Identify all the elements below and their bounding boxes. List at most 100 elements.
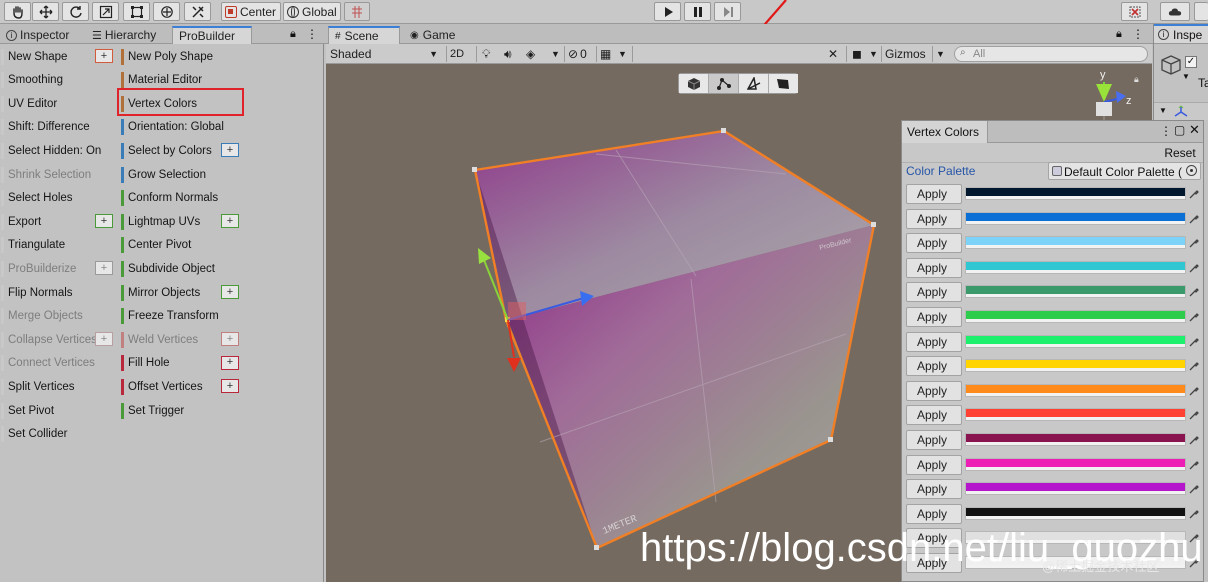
pivot-rotation-toggle[interactable]: Global [283, 2, 341, 21]
apply-color-button[interactable]: Apply [906, 454, 962, 475]
probuilder-action-set-collider[interactable]: Set Collider [1, 425, 67, 444]
probuilder-action-set-pivot[interactable]: Set Pivot [1, 401, 54, 420]
lock-icon[interactable]: 🔒︎ [290, 28, 296, 41]
snap-button[interactable] [344, 2, 370, 21]
tab-inspector[interactable]: i Inspector [0, 26, 75, 44]
scale-tool-button[interactable] [92, 2, 119, 21]
apply-color-button[interactable]: Apply [906, 380, 962, 401]
probuilder-action-collapse-vertices[interactable]: Collapse Vertices [1, 330, 97, 349]
cube-vertex[interactable] [594, 545, 599, 550]
apply-color-button[interactable]: Apply [906, 208, 962, 229]
probuilder-action-offset-vertices[interactable]: Offset Vertices [121, 377, 203, 396]
probuilder-action-connect-vertices[interactable]: Connect Vertices [1, 354, 95, 373]
probuilder-action-merge-objects[interactable]: Merge Objects [1, 307, 83, 326]
probuilder-action-lightmap-uvs[interactable]: Lightmap UVs [121, 212, 200, 231]
color-swatch[interactable] [965, 187, 1186, 200]
cloud-button[interactable] [1160, 2, 1190, 21]
probuilder-action-shift-difference[interactable]: Shift: Difference [1, 118, 90, 137]
gizmo-z-arrow[interactable] [507, 358, 521, 372]
hand-tool-button[interactable] [4, 2, 31, 21]
object-picker-icon[interactable] [1186, 165, 1197, 176]
eyedropper-icon[interactable] [1188, 434, 1200, 446]
eyedropper-icon[interactable] [1188, 262, 1200, 274]
options-plus-button[interactable]: + [221, 214, 239, 229]
options-plus-button[interactable]: + [95, 332, 113, 347]
probuilder-action-export[interactable]: Export [1, 212, 41, 231]
probuilder-action-select-holes[interactable]: Select Holes [1, 189, 73, 208]
kebab-menu-icon[interactable]: ⋮ [1160, 124, 1172, 138]
apply-color-button[interactable]: Apply [906, 282, 962, 303]
reset-button[interactable]: Reset [1158, 144, 1202, 161]
collab-button[interactable] [1121, 2, 1148, 21]
tab-hierarchy[interactable]: ☰ Hierarchy [86, 26, 162, 44]
color-swatch[interactable] [965, 408, 1186, 422]
probuilder-action-orientation-global[interactable]: Orientation: Global [121, 118, 224, 137]
play-button[interactable] [654, 2, 681, 21]
options-plus-button[interactable]: + [221, 143, 239, 158]
eyedropper-icon[interactable] [1188, 409, 1200, 421]
eyedropper-icon[interactable] [1188, 336, 1200, 348]
apply-color-button[interactable]: Apply [906, 257, 962, 278]
probuilder-action-select-hidden-on[interactable]: Select Hidden: On [1, 141, 101, 160]
probuilder-action-new-poly-shape[interactable]: New Poly Shape [121, 47, 213, 66]
custom-tool-button[interactable] [184, 2, 211, 21]
apply-color-button[interactable]: Apply [906, 430, 962, 450]
probuilder-action-material-editor[interactable]: Material Editor [121, 71, 202, 90]
color-swatch[interactable] [965, 433, 1186, 446]
cube-vertex[interactable] [472, 167, 477, 172]
lock-icon[interactable]: 🔒︎ [1116, 28, 1122, 41]
color-swatch[interactable] [965, 383, 1186, 397]
color-swatch[interactable] [965, 359, 1186, 373]
rotate-tool-button[interactable] [62, 2, 89, 21]
color-swatch[interactable] [965, 285, 1186, 299]
apply-color-button[interactable]: Apply [906, 233, 962, 254]
probuilder-action-split-vertices[interactable]: Split Vertices [1, 377, 74, 396]
apply-color-button[interactable]: Apply [906, 184, 962, 204]
probuilder-action-grow-selection[interactable]: Grow Selection [121, 165, 206, 184]
tab-inspector-right[interactable]: i Inspe [1154, 24, 1208, 44]
kebab-menu-icon[interactable]: ⋮ [1132, 27, 1144, 41]
probuilder-action-smoothing[interactable]: Smoothing [1, 71, 63, 90]
options-plus-button[interactable]: + [95, 214, 113, 229]
probuilder-action-new-shape[interactable]: New Shape [1, 47, 67, 66]
apply-color-button[interactable]: Apply [906, 307, 962, 327]
color-swatch[interactable] [965, 260, 1186, 274]
probuilder-action-center-pivot[interactable]: Center Pivot [121, 236, 191, 255]
color-swatch[interactable] [965, 236, 1186, 250]
rect-tool-button[interactable] [123, 2, 150, 21]
active-checkbox[interactable]: ✓ [1185, 56, 1197, 68]
probuilder-action-uv-editor[interactable]: UV Editor [1, 94, 57, 113]
probuilder-action-probuilderize[interactable]: ProBuilderize [1, 259, 76, 278]
probuilder-action-conform-normals[interactable]: Conform Normals [121, 189, 218, 208]
probuilder-action-subdivide-object[interactable]: Subdivide Object [121, 259, 215, 278]
options-plus-button[interactable]: + [95, 261, 113, 276]
apply-color-button[interactable]: Apply [906, 331, 962, 352]
probuilder-action-shrink-selection[interactable]: Shrink Selection [1, 165, 91, 184]
eyedropper-icon[interactable] [1188, 385, 1200, 397]
color-swatch[interactable] [965, 482, 1186, 496]
options-plus-button[interactable]: + [221, 332, 239, 347]
color-swatch[interactable] [965, 334, 1186, 348]
apply-color-button[interactable]: Apply [906, 503, 962, 524]
close-icon[interactable]: ✕ [1189, 122, 1200, 138]
eyedropper-icon[interactable] [1188, 311, 1200, 323]
tab-scene[interactable]: # Scene [328, 26, 400, 44]
gizmo-plane-handle[interactable] [508, 302, 526, 320]
eyedropper-icon[interactable] [1188, 237, 1200, 249]
options-plus-button[interactable]: + [95, 49, 113, 63]
probuilder-action-fill-hole[interactable]: Fill Hole [121, 354, 170, 373]
color-palette-field[interactable]: Default Color Palette ( [1048, 162, 1201, 180]
eyedropper-icon[interactable] [1188, 213, 1200, 225]
cube-vertex[interactable] [721, 128, 726, 133]
lock-icon[interactable]: 🔒︎ [1134, 74, 1139, 84]
probuilder-action-mirror-objects[interactable]: Mirror Objects [121, 283, 200, 302]
transform-tool-button[interactable] [153, 2, 180, 21]
probuilder-action-set-trigger[interactable]: Set Trigger [121, 401, 184, 420]
eyedropper-icon[interactable] [1188, 286, 1200, 298]
pause-button[interactable] [684, 2, 711, 21]
dropdown-arrow-icon[interactable]: ▼ [1182, 72, 1190, 81]
color-swatch[interactable] [965, 457, 1186, 471]
probuilder-action-freeze-transform[interactable]: Freeze Transform [121, 307, 219, 326]
eyedropper-icon[interactable] [1188, 459, 1200, 471]
eyedropper-icon[interactable] [1188, 508, 1200, 520]
